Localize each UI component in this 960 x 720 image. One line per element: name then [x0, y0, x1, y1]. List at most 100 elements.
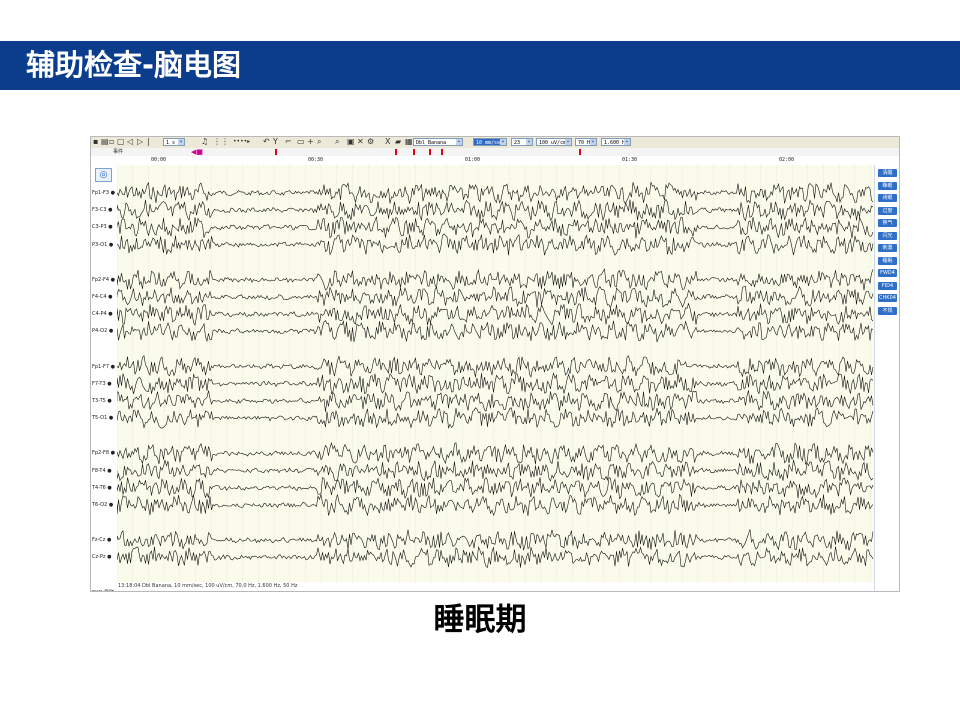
channel-label[interactable]: F4-C4 ● — [92, 294, 113, 300]
status-bar: 13:18:04 Dbl Banana, 10 mm/sec, 100 uV/c… — [117, 582, 874, 591]
window-icon[interactable]: ▭ — [297, 138, 305, 146]
copy-icon[interactable]: ▫ — [109, 138, 114, 146]
side-panel-button[interactable]: 不规 — [878, 306, 897, 315]
channel-label[interactable]: Fp2-F8 ● — [92, 450, 115, 456]
channel-label[interactable]: Fz-Cz ● — [92, 537, 111, 543]
chevron-down-icon: ▾ — [456, 139, 462, 145]
chevron-down-icon: ▾ — [178, 139, 184, 145]
chevron-down-icon: ▾ — [565, 139, 571, 145]
chevron-down-icon: ▾ — [500, 139, 506, 145]
tools-icon[interactable]: ✕ — [357, 138, 364, 146]
channel-label[interactable]: P3-O1 ● — [92, 242, 113, 248]
side-panel-button[interactable]: 睁眼 — [878, 181, 897, 190]
eeg-trace — [117, 372, 874, 395]
channel-label[interactable]: Fp1-F3 ● — [92, 190, 115, 196]
side-panel-button[interactable]: 刺激 — [878, 244, 897, 252]
music-icon[interactable]: ♫ — [201, 138, 208, 146]
marker-icon[interactable]: ••••▸ — [233, 138, 250, 146]
status-text: 13:18:04 Dbl Banana, 10 mm/sec, 100 uV/c… — [118, 583, 298, 589]
channel-label[interactable]: T4-T6 ● — [92, 485, 112, 491]
event-marker[interactable] — [429, 149, 431, 155]
plus-icon[interactable]: + — [307, 138, 314, 146]
montage-select[interactable]: Dbl Banana ▾ — [413, 138, 463, 146]
channel-label[interactable]: C4-P4 ● — [92, 311, 113, 317]
eeg-trace — [117, 529, 874, 551]
eeg-trace — [117, 459, 874, 482]
eeg-trace — [117, 198, 874, 222]
event-marker[interactable] — [413, 149, 415, 155]
side-panel-button[interactable]: CHK04 — [878, 294, 897, 302]
time-label: 01:30 — [622, 157, 638, 163]
eeg-trace — [117, 233, 874, 256]
sensitivity-select-value: 100 uV/cm — [539, 140, 567, 146]
event-marker[interactable] — [441, 149, 443, 155]
search-icon-2[interactable]: ⌕ — [335, 138, 339, 146]
highcut-select[interactable]: 1.600 Hz ▾ — [601, 138, 631, 146]
event-flag-icon[interactable]: ◀■ — [191, 149, 203, 156]
channel-label[interactable]: P4-O2 ● — [92, 328, 113, 334]
sensitivity-select[interactable]: 100 uV/cm ▾ — [536, 138, 572, 146]
save-icon[interactable]: ▪ — [93, 138, 98, 146]
channel-label[interactable]: F7-T3 ● — [92, 381, 112, 387]
side-panel-button[interactable]: 闭眼 — [878, 194, 897, 202]
event-marker[interactable] — [395, 149, 397, 155]
channel-label[interactable]: F3-C3 ● — [92, 207, 113, 213]
filter-icon[interactable]: Y — [273, 138, 278, 146]
channel-label[interactable]: C3-P3 ● — [92, 224, 113, 230]
channel-label[interactable]: F8-T4 ● — [92, 468, 112, 474]
play-icon[interactable]: ▷ — [137, 138, 143, 146]
side-panel-button[interactable]: 闪光 — [878, 231, 897, 240]
side-panel: 清醒睁眼闭眼过度换气闪光刺激睡眠 FWD4 FID4 CHK04 不规 — [874, 165, 899, 591]
event-marker[interactable] — [579, 149, 581, 155]
speed-select[interactable]: 10 mm/sec ▾ — [473, 138, 507, 146]
previous-icon[interactable]: ◁ — [127, 138, 133, 146]
cursor-icon[interactable]: ⋮ — [213, 138, 221, 146]
event-label: 事件 — [113, 149, 124, 155]
montage-select-value: Dbl Banana — [416, 140, 447, 146]
print-icon[interactable]: ▤ — [101, 138, 109, 146]
title-banner: 辅助检查-脑电图 — [0, 41, 960, 90]
eeg-trace — [117, 545, 874, 569]
target-icon[interactable]: ◎ — [95, 168, 112, 182]
side-panel-button[interactable]: 睡眠 — [878, 256, 897, 265]
eeg-trace — [117, 390, 874, 412]
channel-label[interactable]: Cz-Pz ● — [92, 554, 112, 560]
event-marker[interactable] — [275, 149, 277, 155]
photo-icon[interactable]: ▣ — [347, 138, 355, 146]
channel-label[interactable]: Fp1-F7 ● — [92, 364, 115, 370]
settings-icon[interactable]: ⚙ — [367, 138, 374, 146]
layout-icon[interactable]: ▦ — [405, 138, 413, 146]
channel-select[interactable]: 23 ▾ — [511, 138, 533, 146]
channel-label[interactable]: EKG-导联 ● — [92, 590, 120, 591]
side-panel-button[interactable]: FID4 — [878, 281, 897, 290]
camera-icon[interactable]: ▰ — [395, 138, 401, 146]
lowcut-select[interactable]: 70 Hz ▾ — [575, 138, 597, 146]
side-panel-button[interactable]: FWD4 — [878, 269, 897, 277]
time-label: 00:30 — [308, 157, 324, 163]
channel-label[interactable]: T3-T5 ● — [92, 398, 112, 404]
eeg-trace — [117, 319, 874, 343]
spike-icon[interactable]: ⌐ — [285, 138, 292, 146]
next-icon[interactable]: | — [147, 138, 150, 146]
side-panel-button[interactable]: 清醒 — [878, 169, 897, 177]
eeg-traces — [117, 165, 874, 582]
channel-label[interactable]: T5-O1 ● — [92, 415, 113, 421]
search-icon[interactable]: ⌕ — [317, 138, 321, 146]
side-panel-button[interactable]: 过度 — [878, 206, 897, 215]
eeg-trace — [117, 268, 874, 291]
measure-icon[interactable]: ⋮ — [221, 138, 229, 146]
slide-caption: 睡眠期 — [433, 602, 527, 638]
timeline-ruler[interactable]: 00:00 00:30 01:00 01:30 02:00 ↖ — [91, 156, 899, 190]
export-icon[interactable]: X — [385, 138, 390, 146]
time-label: 02:00 — [779, 157, 795, 163]
eeg-trace — [117, 302, 874, 326]
eeg-viewer-window: ▪ ▤ ▫ ▢ ◁ ▷ | 1 s ▾ ♫ ⋮ ⋮ ••••▸ ↶ Y ⌐ ▭ … — [90, 136, 900, 592]
zoom-icon[interactable]: ▢ — [117, 138, 125, 146]
channel-label[interactable]: Fp2-F4 ● — [92, 277, 115, 283]
channel-label[interactable]: T6-O2 ● — [92, 502, 113, 508]
eeg-trace — [117, 407, 874, 429]
side-panel-button[interactable]: 换气 — [878, 219, 897, 227]
page-select[interactable]: 1 s ▾ — [163, 138, 185, 146]
eeg-trace-area[interactable] — [117, 165, 874, 582]
undo-icon[interactable]: ↶ — [263, 138, 270, 146]
